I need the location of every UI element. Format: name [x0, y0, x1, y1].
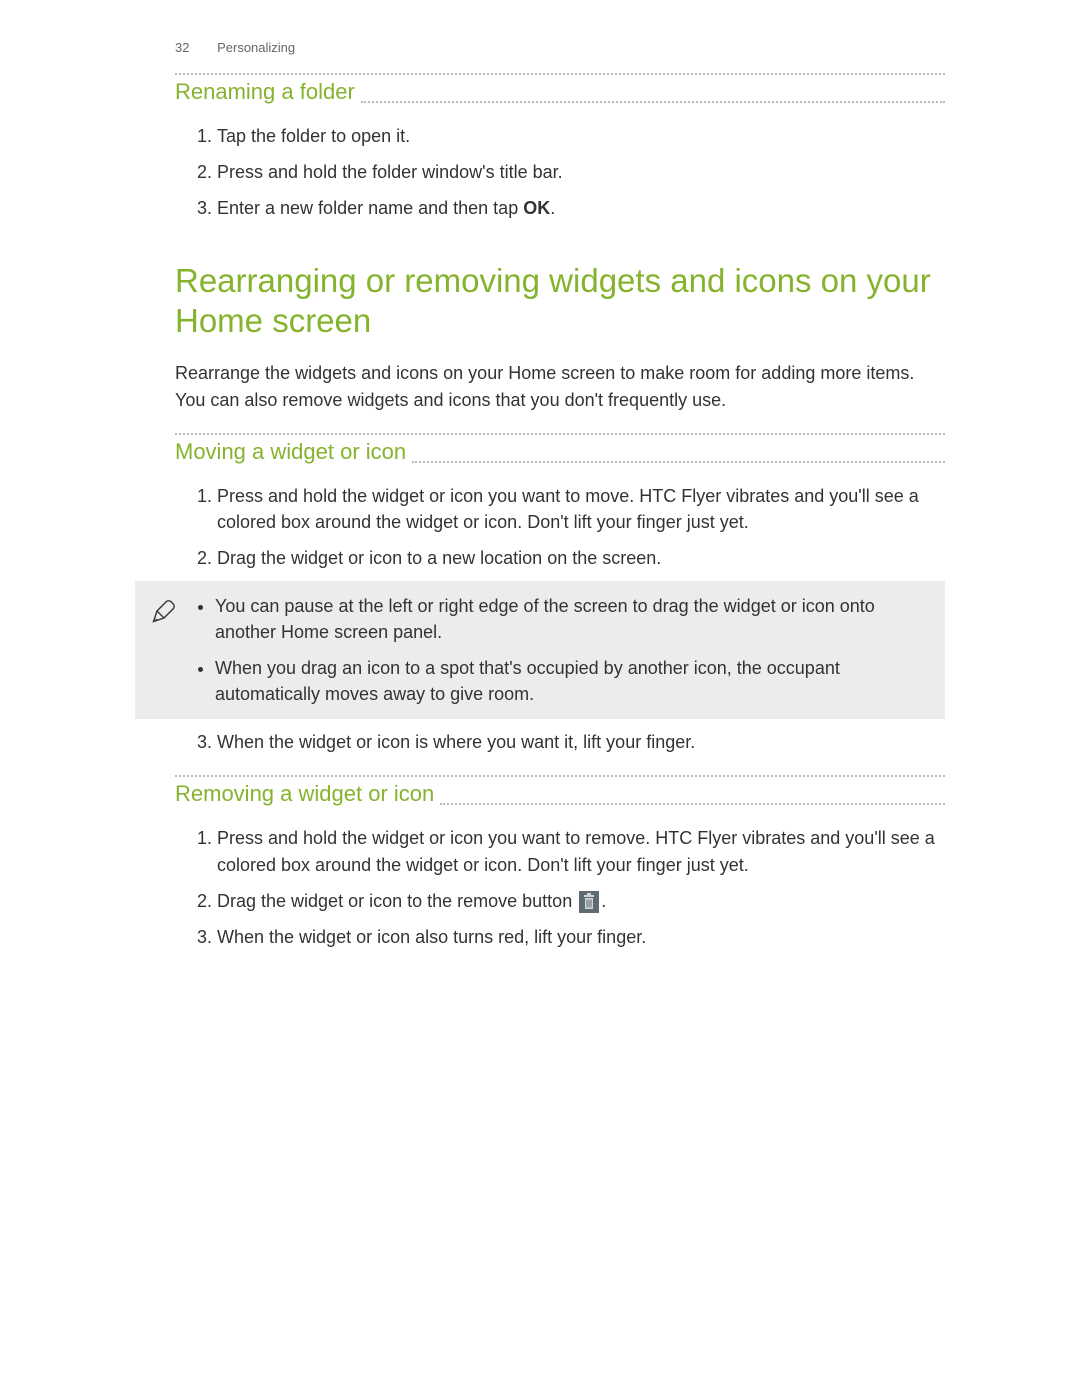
page-number: 32 [175, 40, 189, 55]
step-suffix: . [550, 198, 555, 218]
note-item: You can pause at the left or right edge … [215, 593, 927, 645]
list-item: Press and hold the folder window's title… [217, 159, 945, 185]
subheading-text: Renaming a folder [175, 77, 355, 107]
note-item: When you drag an icon to a spot that's o… [215, 655, 927, 707]
note-list: You can pause at the left or right edge … [193, 593, 927, 707]
list-item: When the widget or icon also turns red, … [217, 924, 945, 950]
section-name: Personalizing [217, 40, 295, 55]
pen-icon [135, 593, 193, 707]
ok-label: OK [523, 198, 550, 218]
list-item: Drag the widget or icon to the remove bu… [217, 888, 945, 914]
subheading-text: Removing a widget or icon [175, 779, 434, 809]
step-suffix: . [601, 891, 606, 911]
page-header: 32 Personalizing [175, 40, 945, 55]
removing-steps: Press and hold the widget or icon you wa… [175, 825, 945, 949]
note-box: You can pause at the left or right edge … [135, 581, 945, 719]
subheading-removing: Removing a widget or icon [175, 775, 945, 809]
list-item: Tap the folder to open it. [217, 123, 945, 149]
subheading-renaming: Renaming a folder [175, 73, 945, 107]
renaming-steps: Tap the folder to open it. Press and hol… [175, 123, 945, 221]
moving-steps-cont: When the widget or icon is where you wan… [175, 729, 945, 755]
subheading-text: Moving a widget or icon [175, 437, 406, 467]
step-text: Enter a new folder name and then tap [217, 198, 523, 218]
moving-steps: Press and hold the widget or icon you wa… [175, 483, 945, 571]
trash-icon [579, 891, 599, 913]
section-heading: Rearranging or removing widgets and icon… [175, 261, 945, 340]
list-item: When the widget or icon is where you wan… [217, 729, 945, 755]
list-item: Press and hold the widget or icon you wa… [217, 825, 945, 877]
list-item: Press and hold the widget or icon you wa… [217, 483, 945, 535]
list-item: Drag the widget or icon to a new locatio… [217, 545, 945, 571]
section-intro: Rearrange the widgets and icons on your … [175, 360, 945, 412]
document-page: 32 Personalizing Renaming a folder Tap t… [0, 0, 1080, 1010]
subheading-moving: Moving a widget or icon [175, 433, 945, 467]
step-text: Drag the widget or icon to the remove bu… [217, 891, 577, 911]
list-item: Enter a new folder name and then tap OK. [217, 195, 945, 221]
